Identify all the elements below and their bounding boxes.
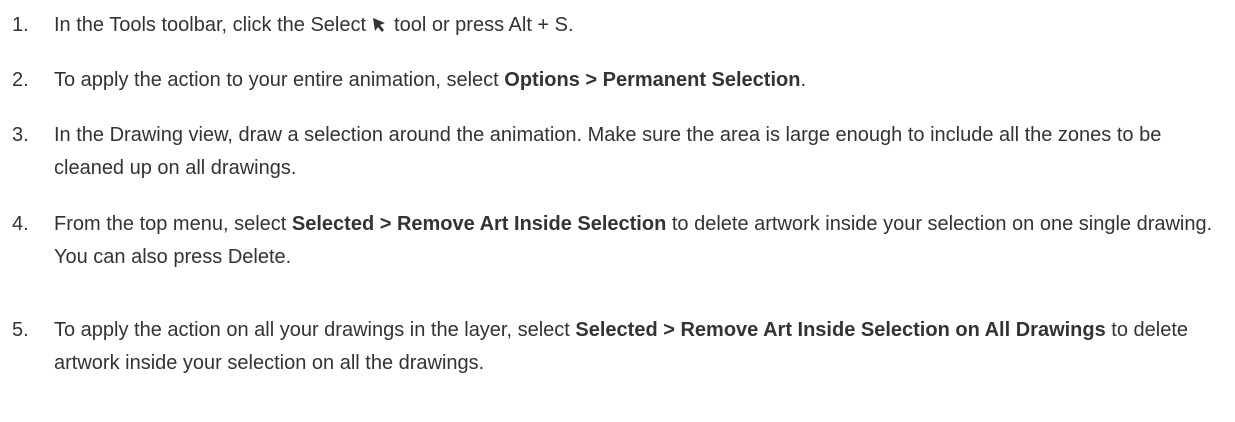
step-text: From the top menu, select Selected > Rem… [54,208,1227,274]
step-text: In the Drawing view, draw a selection ar… [54,124,1162,179]
step-text-part: tool or press Alt + S. [394,14,574,36]
menu-path: Selected > Remove Art Inside Selection o… [575,319,1106,341]
step-2: 2. To apply the action to your entire an… [12,64,1227,97]
step-text: To apply the action on all your drawings… [54,314,1227,380]
step-4: 4. From the top menu, select Selected > … [12,208,1227,274]
step-number: 4. [12,213,29,235]
step-number: 2. [12,69,29,91]
step-5: 5. To apply the action on all your drawi… [12,314,1227,380]
step-text-part: To apply the action to your entire anima… [54,69,505,91]
step-3: 3. In the Drawing view, draw a selection… [12,119,1227,185]
step-1: 1. In the Tools toolbar, click the Selec… [12,9,1227,42]
step-number: 3. [12,124,29,146]
menu-path: Selected > Remove Art Inside Selection [291,213,667,235]
step-text-part: From the top menu, select [54,213,292,235]
step-text: To apply the action to your entire anima… [54,64,1227,97]
step-number: 5. [12,319,29,341]
step-number: 1. [12,14,29,36]
instruction-steps-list: 1. In the Tools toolbar, click the Selec… [0,0,1235,422]
step-text-part: To apply the action on all your drawings… [54,319,576,341]
menu-path: Options > Permanent Selection [504,69,801,91]
step-text: In the Tools toolbar, click the Select to… [54,9,1227,42]
step-text-part: . [800,69,807,91]
step-text-part: In the Tools toolbar, click the Select [54,14,367,36]
select-arrow-icon [373,18,386,32]
